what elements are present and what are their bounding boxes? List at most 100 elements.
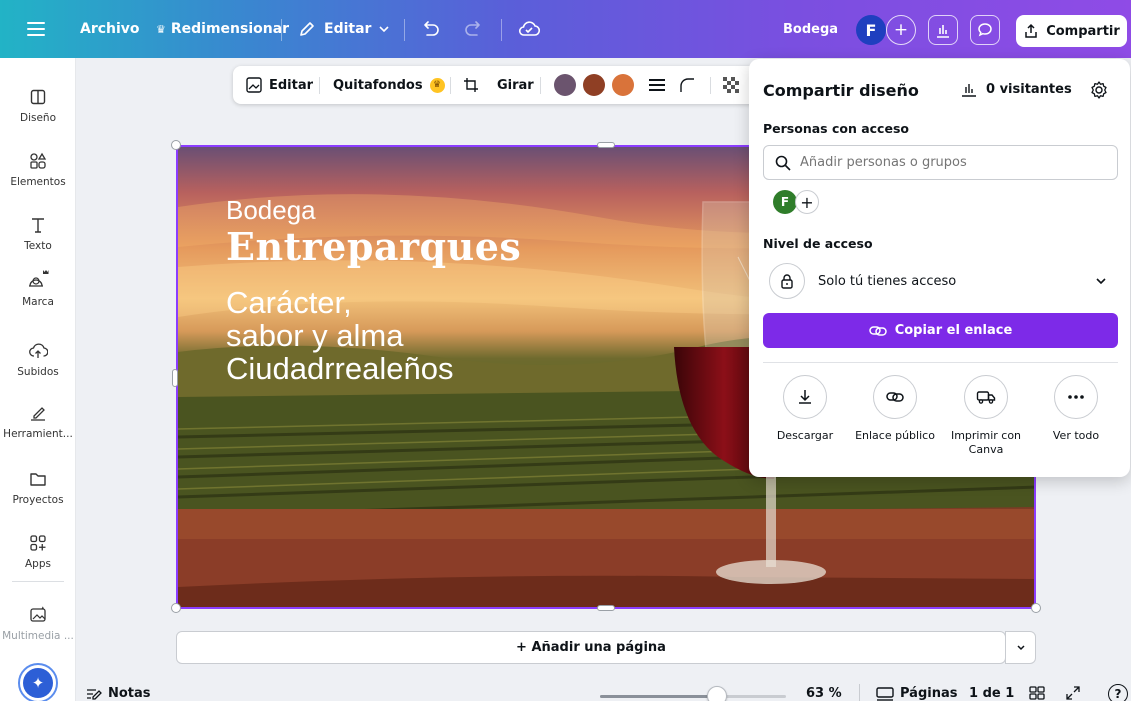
sidebar-divider — [12, 581, 64, 582]
action-label: Descargar — [776, 429, 834, 442]
color-swatch-3[interactable] — [612, 74, 634, 96]
page-counter: 1 de 1 — [969, 686, 1015, 701]
folder-icon — [30, 473, 46, 486]
add-person-button[interactable]: + — [795, 190, 819, 214]
pages-button[interactable]: Páginas — [876, 686, 957, 701]
notes-button[interactable]: Notas — [86, 686, 151, 701]
rotate-button[interactable]: Girar — [497, 66, 534, 104]
sidebar-item-label: Herramient... — [3, 428, 73, 440]
headline-line-1[interactable]: Bodega — [226, 195, 316, 226]
redo-button[interactable] — [464, 0, 484, 58]
zoom-level[interactable]: 63 % — [806, 686, 842, 701]
draw-icon — [31, 407, 45, 421]
settings-button[interactable] — [1089, 80, 1109, 100]
brand-icon — [29, 270, 49, 287]
edit-image-button[interactable]: Editar — [245, 66, 313, 104]
divider — [710, 77, 711, 94]
transparency-button[interactable] — [723, 66, 739, 104]
more-icon — [1068, 395, 1084, 399]
download-action[interactable]: Descargar — [761, 375, 849, 443]
divider — [281, 19, 282, 41]
add-page-button[interactable]: + Añadir una página — [176, 631, 1006, 664]
crop-button[interactable] — [463, 66, 479, 104]
file-menu-label: Archivo — [80, 21, 140, 37]
user-avatar[interactable]: F — [856, 15, 886, 45]
resize-handle-bottom[interactable] — [597, 605, 615, 611]
visitors-button[interactable]: 0 visitantes — [961, 81, 1072, 97]
resize-handle-bottom-right[interactable] — [1031, 603, 1041, 613]
lock-badge — [769, 263, 805, 299]
people-search-field[interactable] — [763, 145, 1118, 180]
color-swatch-1[interactable] — [554, 74, 576, 96]
text-icon — [32, 218, 44, 233]
person-avatar[interactable]: F — [773, 190, 797, 214]
grid-view-button[interactable] — [1029, 686, 1045, 700]
divider — [319, 77, 320, 94]
file-menu[interactable]: Archivo — [80, 0, 140, 58]
zoom-slider-track[interactable] — [600, 695, 786, 698]
resize-handle-top[interactable] — [597, 142, 615, 148]
bg-remover-button[interactable]: Quitafondos ♛ — [333, 66, 445, 104]
save-status-button[interactable] — [518, 0, 540, 58]
menu-button[interactable] — [26, 0, 46, 58]
undo-button[interactable] — [420, 0, 440, 58]
share-panel-title: Compartir diseño — [763, 81, 919, 100]
design-title[interactable]: Bodega — [783, 0, 838, 58]
resize-handle-bottom-left[interactable] — [171, 603, 181, 613]
copy-link-button[interactable]: Copiar el enlace — [763, 313, 1118, 348]
notes-icon — [87, 688, 102, 700]
action-label: Imprimir con Canva — [950, 429, 1022, 456]
sidebar-item-design[interactable]: Diseño — [0, 80, 76, 138]
access-level-select[interactable]: Solo tú tienes acceso — [763, 261, 1118, 301]
tagline-block[interactable]: Carácter, sabor y alma Ciudadrrealeños — [226, 286, 453, 385]
fullscreen-button[interactable] — [1066, 686, 1080, 700]
comments-button[interactable] — [970, 15, 1000, 45]
share-panel: Compartir diseño 0 visitantes Personas c… — [749, 59, 1130, 477]
color-swatch-2[interactable] — [583, 74, 605, 96]
add-page-label: + Añadir una página — [516, 640, 666, 655]
zoom-slider-thumb[interactable] — [707, 686, 728, 701]
divider — [540, 77, 541, 94]
link-icon — [886, 392, 904, 402]
invite-button[interactable]: + — [886, 15, 916, 45]
headline-line-2[interactable]: Entreparques — [226, 224, 521, 269]
sidebar-item-brand[interactable]: Marca — [0, 264, 76, 322]
copy-link-label: Copiar el enlace — [894, 323, 1013, 338]
bar-chart-icon — [937, 25, 949, 38]
crown-icon: ♛ — [429, 77, 445, 93]
sidebar-item-label: Elementos — [10, 176, 66, 188]
share-button[interactable]: Compartir — [1016, 15, 1127, 47]
magic-assistant-button[interactable]: ✦ — [18, 663, 58, 701]
border-style-button[interactable] — [648, 66, 666, 104]
link-icon — [868, 325, 887, 336]
sidebar-item-tools[interactable]: Herramient... — [0, 396, 76, 454]
resize-button[interactable]: ♛ Redimensionar — [156, 0, 289, 58]
redo-icon — [465, 21, 480, 36]
sidebar-item-media[interactable]: Multimedia ... — [0, 598, 76, 656]
sidebar-item-elements[interactable]: Elementos — [0, 144, 76, 202]
sidebar-item-apps[interactable]: Apps — [0, 526, 76, 584]
print-action[interactable]: Imprimir con Canva — [942, 375, 1030, 457]
public-link-action[interactable]: Enlace público — [851, 375, 939, 443]
sidebar-item-label: Marca — [22, 296, 54, 308]
people-search-input[interactable] — [800, 155, 1100, 170]
gear-icon — [1091, 81, 1107, 99]
expand-icon — [1066, 686, 1080, 700]
grid-icon — [1029, 686, 1045, 700]
sidebar-item-uploads[interactable]: Subidos — [0, 334, 76, 392]
tagline-line-1: Carácter, — [226, 285, 352, 320]
corner-rounding-button[interactable] — [678, 66, 696, 104]
see-all-action[interactable]: Ver todo — [1032, 375, 1120, 443]
add-page-dropdown[interactable] — [1005, 631, 1036, 664]
resize-handle-top-left[interactable] — [171, 140, 181, 150]
sidebar-item-projects[interactable]: Proyectos — [0, 462, 76, 520]
sidebar-item-text[interactable]: Texto — [0, 208, 76, 266]
divider — [763, 362, 1118, 363]
insights-button[interactable] — [928, 15, 958, 45]
share-label: Compartir — [1046, 23, 1120, 39]
sparkle-icon: ✦ — [23, 668, 53, 698]
resize-handle-left[interactable] — [172, 369, 178, 387]
help-button[interactable]: ? — [1108, 684, 1128, 701]
edit-mode-button[interactable]: Editar — [298, 0, 390, 58]
plus-icon: + — [893, 20, 909, 40]
